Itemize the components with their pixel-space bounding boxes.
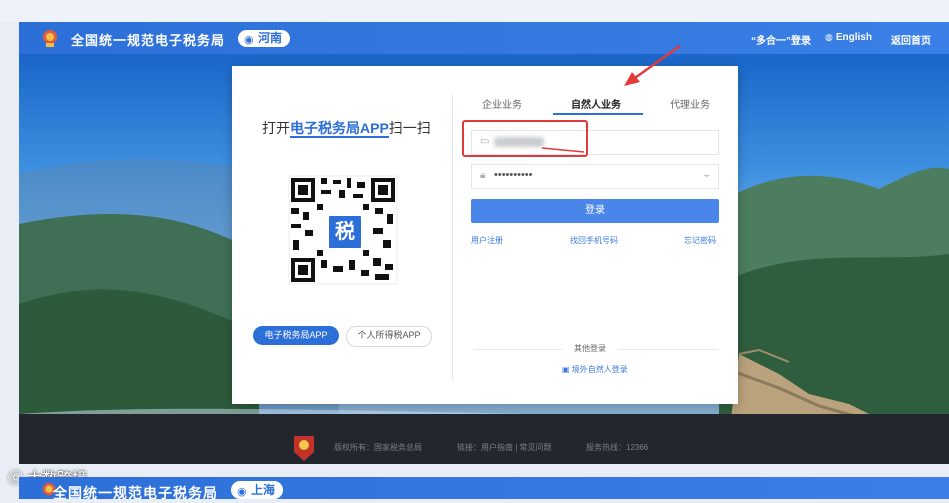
lower-site-title: 全国统一规范电子税务局 [53,485,218,501]
lower-region-label: 上海 [251,483,276,497]
annotation-arrow-icon [541,44,681,153]
lower-page-preview: 全国统一规范电子税务局 ◉ 上海 [19,477,949,501]
location-pin-icon: ◉ [237,486,247,498]
lower-region-selector[interactable]: ◉ 上海 [231,481,284,499]
